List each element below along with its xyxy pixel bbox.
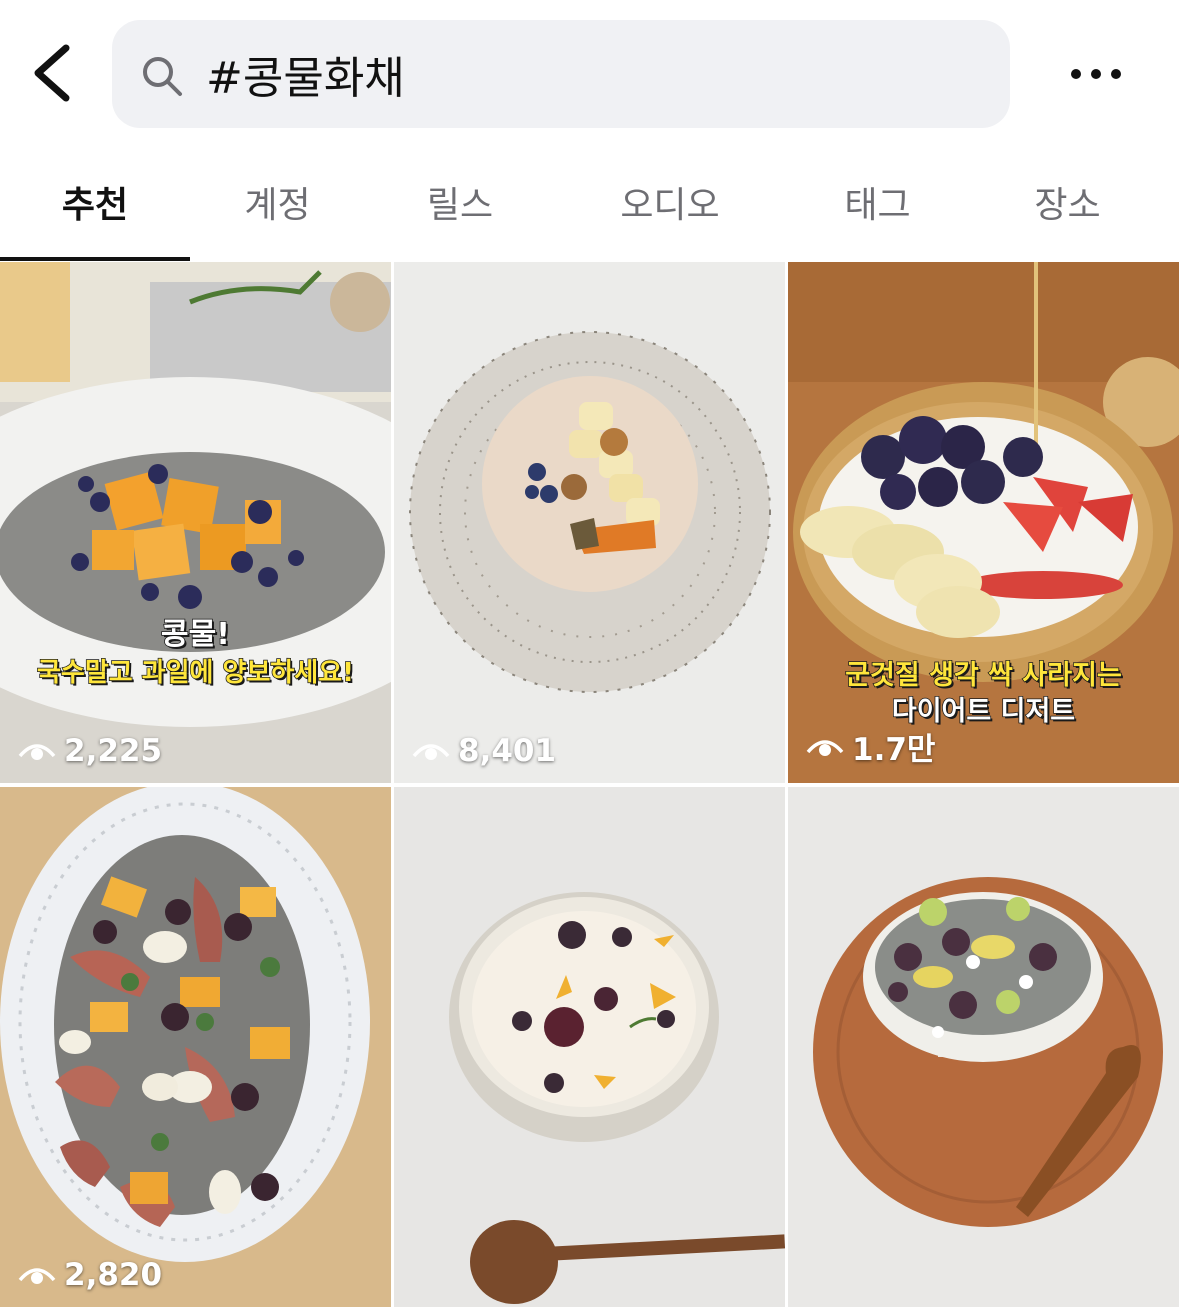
view-count: 1.7만 bbox=[806, 724, 935, 769]
eye-icon bbox=[806, 739, 844, 756]
tab-audio[interactable]: 오디오 bbox=[575, 150, 765, 254]
eye-icon bbox=[18, 1268, 56, 1284]
view-count: 8,401 bbox=[412, 733, 556, 769]
view-count: 2,820 bbox=[18, 1257, 162, 1293]
view-count-value: 8,401 bbox=[458, 733, 557, 769]
more-horizontal-icon bbox=[1071, 69, 1121, 79]
post-thumbnail bbox=[394, 787, 785, 1307]
results-grid: 콩물! 국수말고 과일에 양보하세요! 2,225 8,401 군것질 생각 싹… bbox=[0, 262, 1179, 1307]
post-tile[interactable]: 2,820 bbox=[0, 787, 391, 1307]
post-caption-line1: 콩물! bbox=[160, 616, 230, 653]
active-tab-indicator bbox=[0, 257, 190, 261]
view-count-value: 2,225 bbox=[64, 733, 163, 769]
post-thumbnail bbox=[394, 262, 785, 783]
back-button[interactable] bbox=[22, 38, 92, 108]
top-bar bbox=[0, 0, 1179, 140]
chevron-left-icon bbox=[34, 44, 70, 102]
post-tile[interactable] bbox=[394, 787, 785, 1307]
tab-recommended[interactable]: 추천 bbox=[0, 150, 190, 254]
view-count-value: 2,820 bbox=[64, 1257, 163, 1293]
view-count: 2,225 bbox=[18, 733, 162, 769]
more-options-button[interactable] bbox=[1058, 46, 1134, 102]
tab-tags[interactable]: 태그 bbox=[790, 150, 965, 254]
eye-icon bbox=[18, 744, 56, 760]
post-caption-line1: 군것질 생각 싹 사라지는 bbox=[844, 659, 1122, 691]
post-thumbnail bbox=[788, 787, 1179, 1307]
post-thumbnail bbox=[0, 787, 391, 1307]
tab-reels[interactable]: 릴스 bbox=[375, 150, 545, 254]
search-icon bbox=[143, 57, 182, 96]
eye-icon bbox=[412, 744, 450, 760]
post-tile[interactable]: 군것질 생각 싹 사라지는 다이어트 디저트 1.7만 bbox=[788, 262, 1179, 783]
post-tile[interactable] bbox=[788, 787, 1179, 1307]
post-thumbnail bbox=[0, 262, 391, 783]
post-tile[interactable]: 콩물! 국수말고 과일에 양보하세요! 2,225 bbox=[0, 262, 391, 783]
tab-accounts[interactable]: 계정 bbox=[190, 150, 365, 254]
search-input[interactable] bbox=[206, 42, 966, 106]
tab-bar: 추천 계정 릴스 오디오 태그 장소 bbox=[0, 150, 1179, 262]
post-tile[interactable]: 8,401 bbox=[394, 262, 785, 783]
view-count-value: 1.7만 bbox=[852, 732, 936, 768]
search-bar[interactable] bbox=[112, 20, 1010, 128]
post-caption-line2: 국수말고 과일에 양보하세요! bbox=[36, 657, 355, 688]
tab-places[interactable]: 장소 bbox=[980, 150, 1155, 254]
